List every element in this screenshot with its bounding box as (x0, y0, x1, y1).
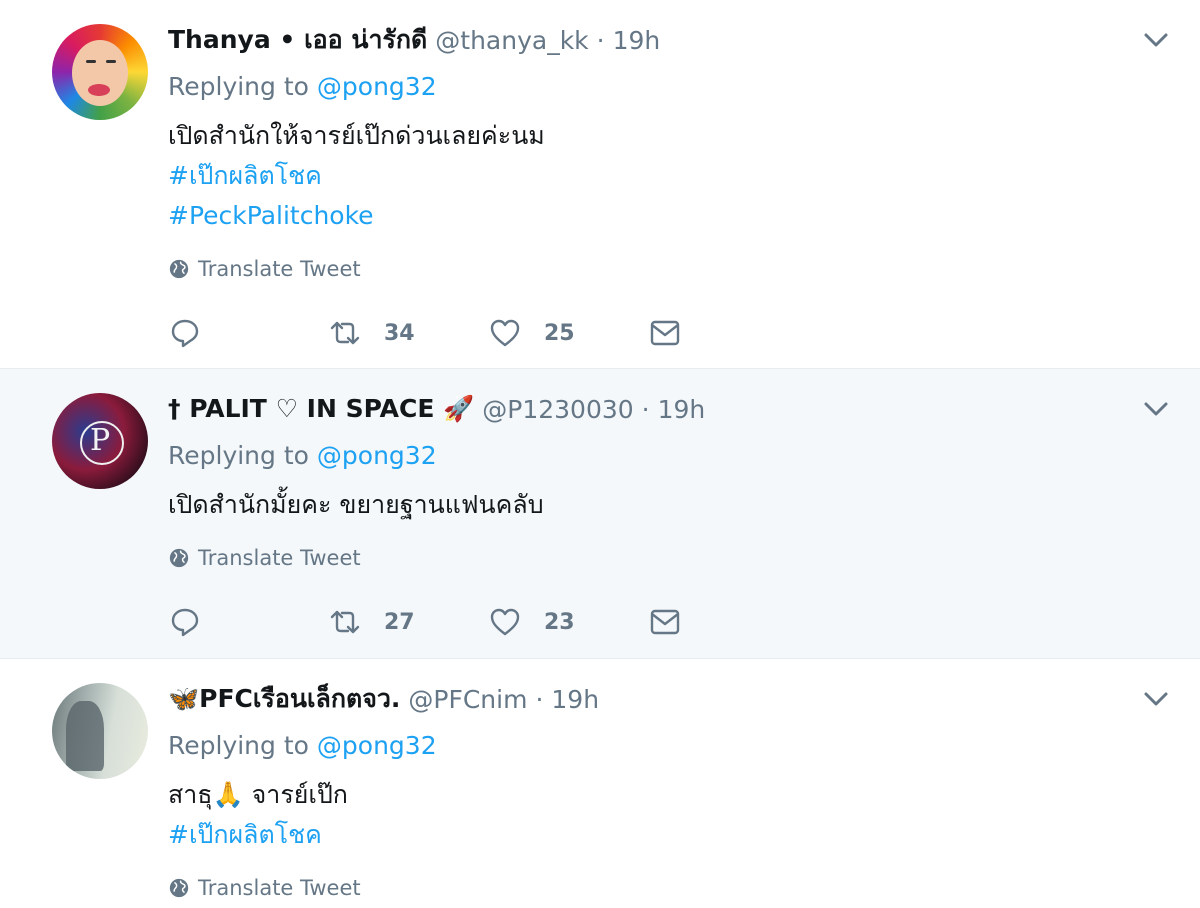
timestamp[interactable]: 19h (658, 395, 706, 424)
like-button[interactable]: 25 (488, 316, 648, 350)
like-count: 23 (544, 609, 575, 635)
globe-icon (169, 878, 189, 898)
retweet-count: 34 (384, 320, 415, 346)
replying-prefix: Replying to (168, 441, 309, 470)
display-name[interactable]: † PALIT ♡ IN SPACE 🚀 (168, 394, 474, 424)
hashtag-link[interactable]: #PeckPalitchoke (168, 196, 1200, 236)
tweet-content: Thanya • เออ น่ารักดี @thanya_kk · 19h R… (168, 22, 1200, 284)
avatar[interactable]: P (52, 393, 148, 489)
tweet-header: Thanya • เออ น่ารักดี @thanya_kk · 19h (168, 22, 1200, 58)
replying-prefix: Replying to (168, 72, 309, 101)
reply-icon (171, 608, 199, 637)
hashtag-link[interactable]: #เป๊กผลิตโชค (168, 815, 1200, 855)
replying-to: Replying to @pong32 (168, 439, 1200, 473)
retweet-icon (330, 610, 360, 634)
globe-icon (169, 548, 189, 568)
avatar-figure (66, 701, 104, 771)
tweet-actions: 27 23 (168, 602, 808, 642)
replying-prefix: Replying to (168, 731, 309, 760)
reply-button[interactable] (168, 316, 328, 350)
tweet[interactable]: Thanya • เออ น่ารักดี @thanya_kk · 19h R… (0, 0, 1200, 368)
like-icon (490, 319, 520, 347)
avatar[interactable] (52, 24, 148, 120)
handle[interactable]: @PFCnim (408, 685, 527, 714)
tweet-text: สาธุ🙏 จารย์เป๊ก #เป๊กผลิตโชค (168, 775, 1200, 855)
retweet-button[interactable]: 27 (328, 605, 488, 639)
translate-label[interactable]: Translate Tweet (198, 257, 361, 281)
translate-tweet[interactable]: Translate Tweet (168, 873, 1200, 903)
avatar[interactable] (52, 683, 148, 779)
retweet-button[interactable]: 34 (328, 316, 488, 350)
tweet[interactable]: P † PALIT ♡ IN SPACE 🚀 @P1230030 · 19h R… (0, 368, 1200, 659)
avatar-eye (86, 60, 96, 63)
chevron-down-icon[interactable] (1142, 689, 1170, 709)
like-icon (490, 608, 520, 636)
globe-icon (169, 259, 189, 279)
tweet[interactable]: 🦋PFCเรือนเล็กตจว. @PFCnim · 19h Replying… (0, 659, 1200, 908)
tweet-actions: 34 25 (168, 313, 808, 353)
tweet-text-line: สาธุ🙏 จารย์เป๊ก (168, 780, 348, 809)
tweet-text: เปิดสำนักให้จารย์เป๊กด่วนเลยค่ะนม #เป๊กผ… (168, 116, 1200, 236)
tweet-text: เปิดสำนักมั้ยคะ ขยายฐานแฟนคลับ (168, 485, 1200, 525)
separator-dot: · (535, 684, 544, 714)
mention-link[interactable]: @pong32 (317, 731, 437, 760)
message-icon (650, 609, 680, 635)
retweet-count: 27 (384, 609, 415, 635)
avatar-face (72, 40, 128, 106)
direct-message-button[interactable] (648, 316, 808, 350)
like-count: 25 (544, 320, 575, 346)
chevron-down-icon[interactable] (1142, 30, 1170, 50)
timestamp[interactable]: 19h (551, 685, 599, 714)
mention-link[interactable]: @pong32 (317, 441, 437, 470)
timestamp[interactable]: 19h (613, 26, 661, 55)
display-name[interactable]: 🦋PFCเรือนเล็กตจว. (168, 679, 400, 719)
translate-tweet[interactable]: Translate Tweet (168, 254, 1200, 284)
tweet-text-line: เปิดสำนักมั้ยคะ ขยายฐานแฟนคลับ (168, 490, 544, 519)
tweet-header: 🦋PFCเรือนเล็กตจว. @PFCnim · 19h (168, 681, 1200, 717)
reply-icon (171, 319, 199, 348)
translate-label[interactable]: Translate Tweet (198, 546, 361, 570)
tweet-text-line: เปิดสำนักให้จารย์เป๊กด่วนเลยค่ะนม (168, 121, 545, 150)
tweet-content: 🦋PFCเรือนเล็กตจว. @PFCnim · 19h Replying… (168, 681, 1200, 903)
like-button[interactable]: 23 (488, 605, 648, 639)
avatar-lips (88, 84, 110, 96)
chevron-down-icon[interactable] (1142, 399, 1170, 419)
retweet-icon (330, 321, 360, 345)
display-name[interactable]: Thanya • เออ น่ารักดี (168, 20, 427, 60)
hashtag-link[interactable]: #เป๊กผลิตโชค (168, 156, 1200, 196)
separator-dot: · (641, 394, 650, 424)
handle[interactable]: @P1230030 (482, 395, 633, 424)
avatar-logo-mark: P (90, 423, 111, 458)
direct-message-button[interactable] (648, 605, 808, 639)
message-icon (650, 320, 680, 346)
separator-dot: · (596, 25, 605, 55)
tweet-header: † PALIT ♡ IN SPACE 🚀 @P1230030 · 19h (168, 391, 1200, 427)
reply-button[interactable] (168, 605, 328, 639)
avatar-eye (106, 60, 116, 63)
replying-to: Replying to @pong32 (168, 729, 1200, 763)
translate-label[interactable]: Translate Tweet (198, 876, 361, 900)
replying-to: Replying to @pong32 (168, 70, 1200, 104)
handle[interactable]: @thanya_kk (435, 26, 588, 55)
tweet-content: † PALIT ♡ IN SPACE 🚀 @P1230030 · 19h Rep… (168, 391, 1200, 573)
translate-tweet[interactable]: Translate Tweet (168, 543, 1200, 573)
mention-link[interactable]: @pong32 (317, 72, 437, 101)
